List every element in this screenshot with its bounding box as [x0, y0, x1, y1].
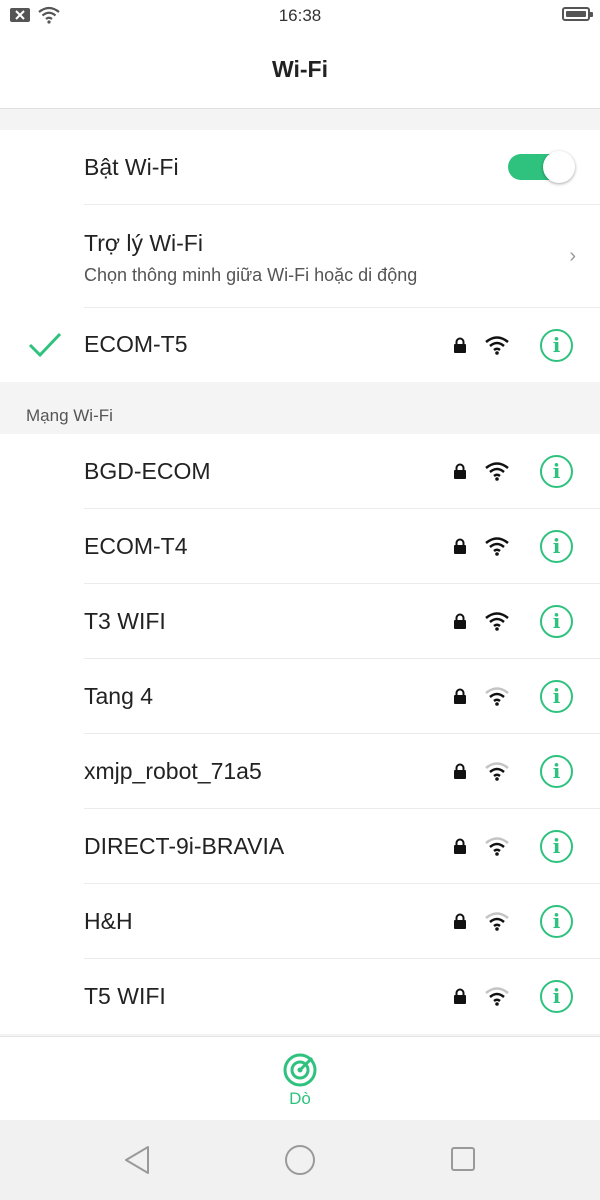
back-icon[interactable] — [122, 1144, 152, 1176]
lock-icon — [454, 763, 466, 779]
network-row[interactable]: T5 WIFI i — [0, 959, 600, 1034]
network-name: H&H — [84, 908, 133, 934]
toggle-knob — [543, 151, 575, 183]
wifi-assistant-row[interactable]: Trợ lý Wi-Fi Chọn thông minh giữa Wi-Fi … — [0, 205, 600, 308]
info-icon[interactable]: i — [540, 329, 573, 362]
network-row[interactable]: DIRECT-9i-BRAVIA i — [0, 809, 600, 884]
system-nav-bar — [0, 1120, 600, 1200]
network-name: BGD-ECOM — [84, 458, 211, 484]
networks-list: BGD-ECOM i ECOM-T4 i T3 WIFI i Tang 4 i … — [0, 434, 600, 1034]
wifi-toggle-label: Bật Wi-Fi — [84, 154, 179, 180]
networks-section-title: Mạng Wi-Fi — [26, 406, 113, 425]
status-time: 16:38 — [278, 6, 322, 25]
info-icon[interactable]: i — [540, 530, 573, 563]
lock-icon — [454, 838, 466, 854]
network-row[interactable]: xmjp_robot_71a5 i — [0, 734, 600, 809]
lock-icon — [454, 463, 466, 479]
status-bar: 16:38 — [0, 0, 600, 32]
connected-network-name: ECOM-T5 — [84, 331, 188, 357]
network-name: T5 WIFI — [84, 983, 166, 1009]
wifi-signal-medium-icon — [485, 687, 509, 706]
wifi-settings-section: Bật Wi-Fi Trợ lý Wi-Fi Chọn thông minh g… — [0, 130, 600, 382]
wifi-assistant-title: Trợ lý Wi-Fi — [84, 230, 203, 256]
info-icon[interactable]: i — [540, 755, 573, 788]
wifi-signal-full-icon — [485, 612, 509, 631]
network-row[interactable]: ECOM-T4 i — [0, 509, 600, 584]
lock-icon — [454, 913, 466, 929]
scan-button[interactable]: Dò — [260, 1047, 340, 1117]
info-icon[interactable]: i — [540, 680, 573, 713]
info-icon[interactable]: i — [540, 905, 573, 938]
wifi-signal-medium-icon — [485, 837, 509, 856]
wifi-signal-medium-icon — [485, 762, 509, 781]
wifi-toggle-switch[interactable] — [508, 151, 575, 183]
lock-icon — [454, 613, 466, 629]
network-name: DIRECT-9i-BRAVIA — [84, 833, 285, 859]
bottom-action-bar: Dò — [0, 1036, 600, 1120]
title-bar: Wi-Fi — [0, 32, 600, 109]
network-name: xmjp_robot_71a5 — [84, 758, 262, 784]
lock-icon — [454, 337, 466, 353]
wifi-signal-medium-icon — [485, 912, 509, 931]
wifi-signal-full-icon — [485, 537, 509, 556]
lock-icon — [454, 688, 466, 704]
connected-network-row[interactable]: ECOM-T5 i — [0, 308, 600, 382]
network-name: Tang 4 — [84, 683, 154, 709]
network-row[interactable]: T3 WIFI i — [0, 584, 600, 659]
lock-icon — [454, 538, 466, 554]
battery-icon — [562, 7, 593, 21]
wifi-assistant-subtitle: Chọn thông minh giữa Wi-Fi hoặc di động — [84, 265, 418, 285]
home-icon[interactable] — [284, 1144, 316, 1176]
recents-icon[interactable] — [450, 1146, 476, 1172]
wifi-signal-full-icon — [485, 462, 509, 481]
network-row[interactable]: BGD-ECOM i — [0, 434, 600, 509]
info-icon[interactable]: i — [540, 605, 573, 638]
chevron-right-icon: › — [569, 245, 576, 267]
network-name: T3 WIFI — [84, 608, 166, 634]
scan-icon — [283, 1053, 317, 1087]
info-icon[interactable]: i — [540, 455, 573, 488]
wifi-toggle-row[interactable]: Bật Wi-Fi — [0, 130, 600, 205]
wifi-signal-full-icon — [485, 336, 509, 355]
network-name: ECOM-T4 — [84, 533, 188, 559]
page-title: Wi-Fi — [272, 56, 328, 82]
info-icon[interactable]: i — [540, 830, 573, 863]
check-icon — [28, 332, 62, 358]
lock-icon — [454, 988, 466, 1004]
network-row[interactable]: Tang 4 i — [0, 659, 600, 734]
scan-label: Dò — [289, 1089, 311, 1108]
network-row[interactable]: H&H i — [0, 884, 600, 959]
info-icon[interactable]: i — [540, 980, 573, 1013]
wifi-signal-medium-icon — [485, 987, 509, 1006]
